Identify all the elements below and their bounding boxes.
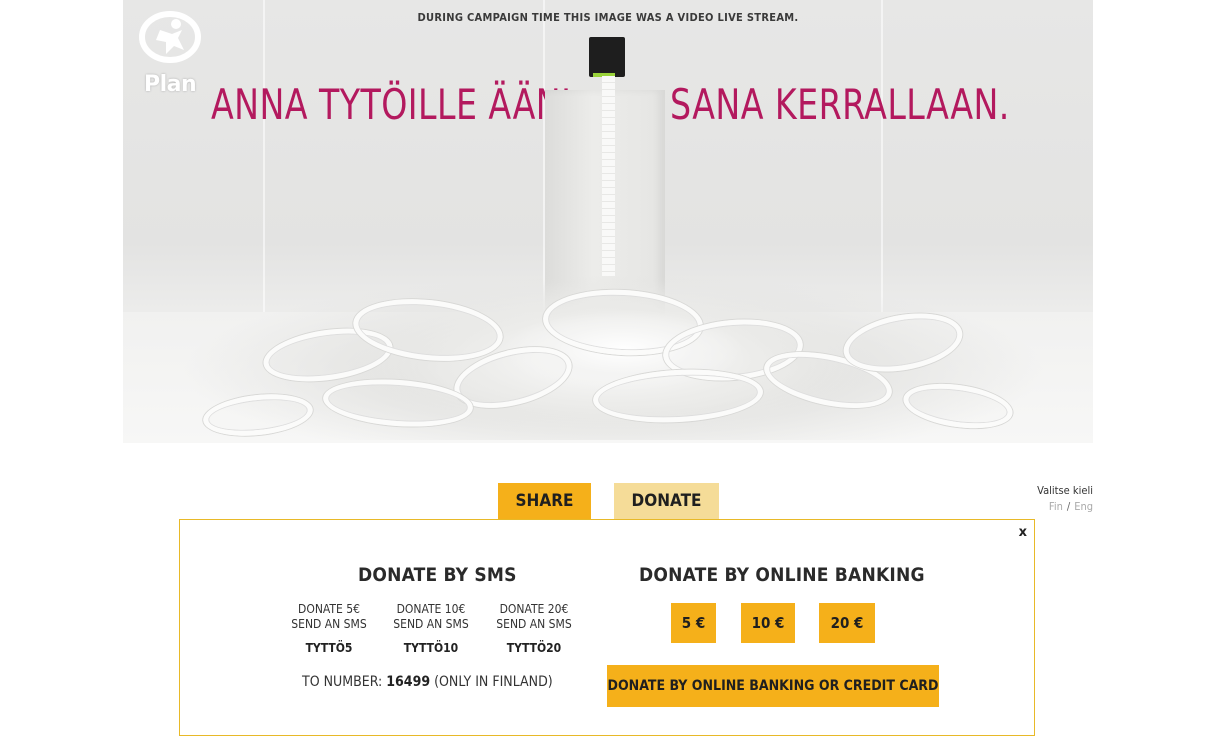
sms-to-number: TO NUMBER: 16499 (ONLY IN FINLAND) <box>302 674 553 690</box>
sms-instruction: SEND AN SMS <box>291 617 367 631</box>
paper-strip <box>602 76 615 276</box>
sms-instruction: SEND AN SMS <box>393 617 469 631</box>
sms-code: TYTTÖ20 <box>506 641 562 655</box>
sms-note: (ONLY IN FINLAND) <box>434 674 553 690</box>
sms-instruction: SEND AN SMS <box>496 617 572 631</box>
sms-number: 16499 <box>386 674 431 690</box>
donate-panel: x DONATE BY SMS DONATE 5€ SEND AN SMS TY… <box>179 519 1035 736</box>
donate-5-button[interactable]: 5 € <box>671 603 716 643</box>
plan-logo-icon <box>139 11 201 63</box>
printer <box>589 37 625 77</box>
donate-20-button[interactable]: 20 € <box>819 603 875 643</box>
online-banking-card-button[interactable]: DONATE BY ONLINE BANKING OR CREDIT CARD <box>607 665 939 707</box>
headline-right: SANA KERRALLAAN. <box>670 80 1010 129</box>
sms-option-10: DONATE 10€ SEND AN SMS TYTTÖ10 <box>381 602 481 656</box>
tab-share[interactable]: SHARE <box>498 483 591 519</box>
language-selector: Valitse kieli Fin / Eng <box>1037 483 1093 515</box>
sms-amount: DONATE 20€ <box>499 602 569 616</box>
sms-amount: DONATE 5€ <box>298 602 360 616</box>
language-label: Valitse kieli <box>1037 484 1093 497</box>
language-eng[interactable]: Eng <box>1074 500 1093 513</box>
sms-code: TYTTÖ10 <box>403 641 459 655</box>
sms-title: DONATE BY SMS <box>358 564 517 586</box>
language-options: Fin / Eng <box>1037 499 1093 515</box>
language-fin[interactable]: Fin <box>1049 500 1063 513</box>
to-number-label: TO NUMBER: <box>302 674 383 690</box>
banking-title: DONATE BY ONLINE BANKING <box>639 564 925 586</box>
headline-left: ANNA TYTÖILLE ÄÄNI <box>211 80 572 129</box>
plan-logo[interactable]: Plan <box>136 10 208 97</box>
close-button[interactable]: x <box>1019 525 1027 540</box>
plan-logo-text: Plan <box>144 72 197 97</box>
hero-image: DURING CAMPAIGN TIME THIS IMAGE WAS A VI… <box>123 0 1093 443</box>
sms-option-20: DONATE 20€ SEND AN SMS TYTTÖ20 <box>484 602 584 656</box>
language-separator: / <box>1066 500 1071 513</box>
sms-amount: DONATE 10€ <box>396 602 466 616</box>
sms-code: TYTTÖ5 <box>305 641 353 655</box>
stream-note: DURING CAMPAIGN TIME THIS IMAGE WAS A VI… <box>417 11 799 24</box>
donate-10-button[interactable]: 10 € <box>741 603 795 643</box>
sms-option-5: DONATE 5€ SEND AN SMS TYTTÖ5 <box>279 602 379 656</box>
tab-donate[interactable]: DONATE <box>614 483 719 519</box>
